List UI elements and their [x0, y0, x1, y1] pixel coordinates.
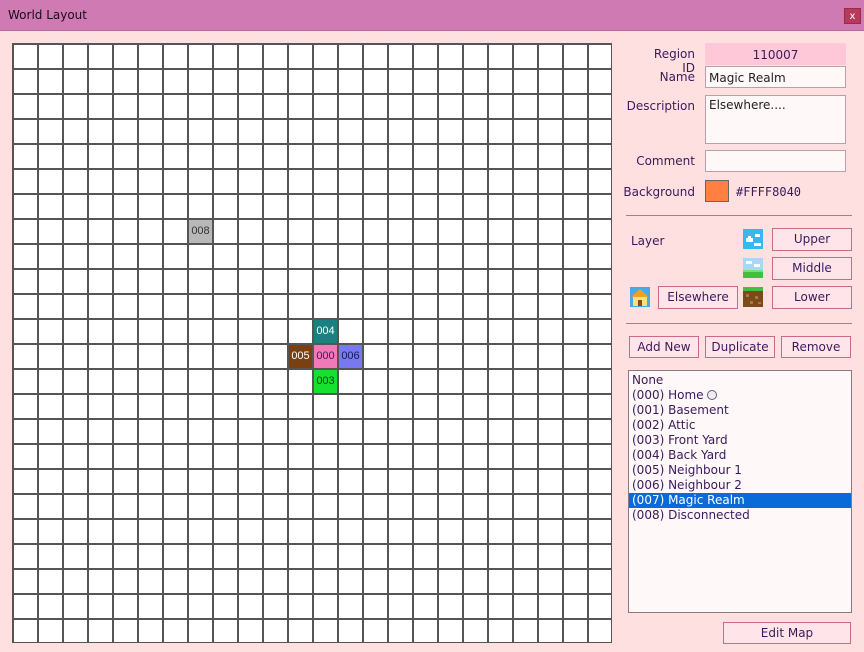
- region-cell-003[interactable]: 003: [314, 370, 337, 393]
- duplicate-button[interactable]: Duplicate: [705, 336, 775, 358]
- world-grid[interactable]: 008 004 005 000 006 003: [12, 43, 612, 643]
- middle-layer-button[interactable]: Middle: [772, 257, 852, 280]
- region-list[interactable]: None (000) Home (001) Basement (002) Attic(…: [628, 370, 852, 613]
- name-label: Name: [659, 70, 695, 84]
- list-item-label: None: [632, 373, 664, 387]
- region-cell-004[interactable]: 004: [314, 320, 337, 343]
- list-item[interactable]: None: [629, 373, 851, 388]
- list-item-label: (006) Neighbour 2: [632, 478, 742, 492]
- list-item[interactable]: (007) Magic Realm: [629, 493, 851, 508]
- background-color-swatch[interactable]: [705, 180, 729, 202]
- comment-input[interactable]: [705, 150, 846, 172]
- name-input[interactable]: Magic Realm: [705, 66, 846, 88]
- remove-button[interactable]: Remove: [781, 336, 851, 358]
- list-item[interactable]: (004) Back Yard: [629, 448, 851, 463]
- region-cell-008[interactable]: 008: [189, 220, 212, 243]
- grass-sky-icon: [743, 258, 763, 278]
- upper-layer-button[interactable]: Upper: [772, 228, 852, 251]
- list-item-label: (007) Magic Realm: [632, 493, 745, 507]
- description-input[interactable]: Elsewhere....: [705, 95, 846, 144]
- list-item[interactable]: (008) Disconnected: [629, 508, 851, 523]
- list-item-label: (001) Basement: [632, 403, 729, 417]
- list-item[interactable]: (001) Basement: [629, 403, 851, 418]
- edit-map-button[interactable]: Edit Map: [723, 622, 851, 644]
- region-cell-006[interactable]: 006: [339, 345, 362, 368]
- list-item[interactable]: (005) Neighbour 1: [629, 463, 851, 478]
- house-icon: [630, 287, 650, 307]
- region-cell-005[interactable]: 005: [289, 345, 312, 368]
- lower-layer-button[interactable]: Lower: [772, 286, 852, 309]
- close-button[interactable]: x: [844, 8, 861, 24]
- list-item-label: (002) Attic: [632, 418, 696, 432]
- list-item[interactable]: (000) Home: [629, 388, 851, 403]
- region-cell-000[interactable]: 000: [314, 345, 337, 368]
- list-item-label: (008) Disconnected: [632, 508, 750, 522]
- list-item-label: (000) Home: [632, 388, 704, 402]
- list-item-label: (003) Front Yard: [632, 433, 728, 447]
- sky-icon: [743, 229, 763, 249]
- comment-label: Comment: [636, 154, 695, 168]
- dirt-icon: [743, 287, 763, 307]
- list-item-label: (005) Neighbour 1: [632, 463, 742, 477]
- add-new-button[interactable]: Add New: [629, 336, 699, 358]
- title-bar: World Layout x: [0, 0, 864, 31]
- list-item[interactable]: (003) Front Yard: [629, 433, 851, 448]
- region-id-field: 110007: [705, 43, 846, 65]
- list-item-label: (004) Back Yard: [632, 448, 727, 462]
- layer-label: Layer: [631, 234, 665, 248]
- description-label: Description: [626, 99, 695, 113]
- window-title: World Layout: [8, 8, 87, 22]
- list-item[interactable]: (006) Neighbour 2: [629, 478, 851, 493]
- elsewhere-layer-button[interactable]: Elsewhere: [658, 286, 738, 309]
- background-label: Background: [623, 185, 695, 199]
- divider: [626, 323, 852, 324]
- divider: [626, 215, 852, 216]
- background-hex: #FFFF8040: [736, 185, 802, 199]
- list-item[interactable]: (002) Attic: [629, 418, 851, 433]
- home-marker-icon: [706, 390, 717, 400]
